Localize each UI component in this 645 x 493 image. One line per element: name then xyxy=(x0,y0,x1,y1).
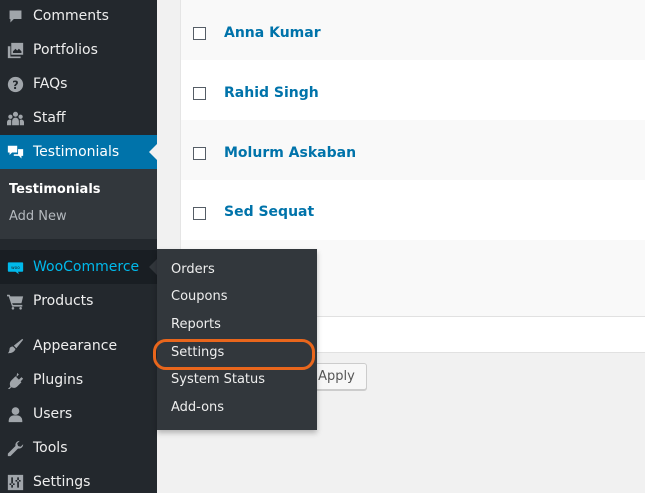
plugin-icon xyxy=(6,371,24,389)
sidebar-item-label: Users xyxy=(33,406,73,422)
table-row: Rahid Singh xyxy=(181,60,645,120)
table-row: Anna Kumar xyxy=(181,0,645,60)
sidebar-item-users[interactable]: Users xyxy=(0,397,157,431)
brush-icon xyxy=(6,337,24,355)
sidebar-item-label: Products xyxy=(33,293,94,309)
cart-icon xyxy=(6,292,24,310)
svg-text:?: ? xyxy=(12,78,18,91)
row-checkbox[interactable] xyxy=(193,207,206,220)
submenu-item-add-new[interactable]: Add New xyxy=(9,209,67,224)
user-icon xyxy=(6,405,24,423)
sidebar-item-label: WooCommerce xyxy=(33,259,140,275)
question-icon: ? xyxy=(6,75,24,93)
row-checkbox[interactable] xyxy=(193,147,206,160)
sidebar-item-staff[interactable]: Staff xyxy=(0,101,157,135)
flyout-item-reports[interactable]: Reports xyxy=(171,317,221,332)
sidebar-item-label: Staff xyxy=(33,110,66,126)
sliders-icon xyxy=(6,473,24,491)
flyout-item-add-ons[interactable]: Add-ons xyxy=(171,400,224,415)
sidebar-item-tools[interactable]: Tools xyxy=(0,431,157,465)
sidebar-item-label: Tools xyxy=(33,440,68,456)
sidebar-item-label: Settings xyxy=(33,474,91,490)
comment-icon xyxy=(6,7,24,25)
wrench-icon xyxy=(6,439,24,457)
row-title-link[interactable]: Rahid Singh xyxy=(224,85,319,101)
row-title-link[interactable]: Sed Sequat xyxy=(224,204,314,220)
sidebar-item-label: Testimonials xyxy=(33,144,120,160)
testimonial-icon xyxy=(6,143,24,161)
submenu-item-testimonials[interactable]: Testimonials xyxy=(9,182,101,197)
sidebar-item-testimonials[interactable]: Testimonials xyxy=(0,135,157,169)
flyout-item-system-status[interactable]: System Status xyxy=(171,372,265,387)
sidebar-item-plugins[interactable]: Plugins xyxy=(0,363,157,397)
sidebar-item-label: Appearance xyxy=(33,338,118,354)
testimonials-submenu: Testimonials Add New xyxy=(0,169,157,239)
settings-highlight-outline xyxy=(153,339,315,370)
sidebar-item-label: FAQs xyxy=(33,76,68,92)
flyout-item-orders[interactable]: Orders xyxy=(171,262,215,277)
sidebar-item-faqs[interactable]: ? FAQs xyxy=(0,67,157,101)
row-title-link[interactable]: Molurm Askaban xyxy=(224,145,356,161)
portfolio-icon xyxy=(6,41,24,59)
staff-icon xyxy=(6,109,24,127)
sidebar-item-woocommerce[interactable]: woo WooCommerce xyxy=(0,250,157,284)
table-row: Molurm Askaban xyxy=(181,120,645,180)
sidebar-item-appearance[interactable]: Appearance xyxy=(0,329,157,363)
flyout-arrow xyxy=(149,259,157,275)
row-checkbox[interactable] xyxy=(193,87,206,100)
flyout-item-coupons[interactable]: Coupons xyxy=(171,289,228,304)
svg-text:woo: woo xyxy=(11,265,20,270)
woocommerce-icon: woo xyxy=(6,258,24,276)
sidebar-item-portfolios[interactable]: Portfolios xyxy=(0,33,157,67)
active-arrow xyxy=(149,144,157,160)
sidebar-item-settings[interactable]: Settings xyxy=(0,465,157,493)
row-title-link[interactable]: Anna Kumar xyxy=(224,25,321,41)
sidebar-item-label: Plugins xyxy=(33,372,84,388)
sidebar-item-comments[interactable]: Comments xyxy=(0,0,157,33)
admin-sidebar: Comments Portfolios ? FAQs Staff Testimo… xyxy=(0,0,157,493)
sidebar-item-label: Portfolios xyxy=(33,42,98,58)
row-checkbox[interactable] xyxy=(193,27,206,40)
sidebar-item-products[interactable]: Products xyxy=(0,284,157,318)
table-row: Sed Sequat xyxy=(181,180,645,240)
sidebar-item-label: Comments xyxy=(33,8,109,24)
